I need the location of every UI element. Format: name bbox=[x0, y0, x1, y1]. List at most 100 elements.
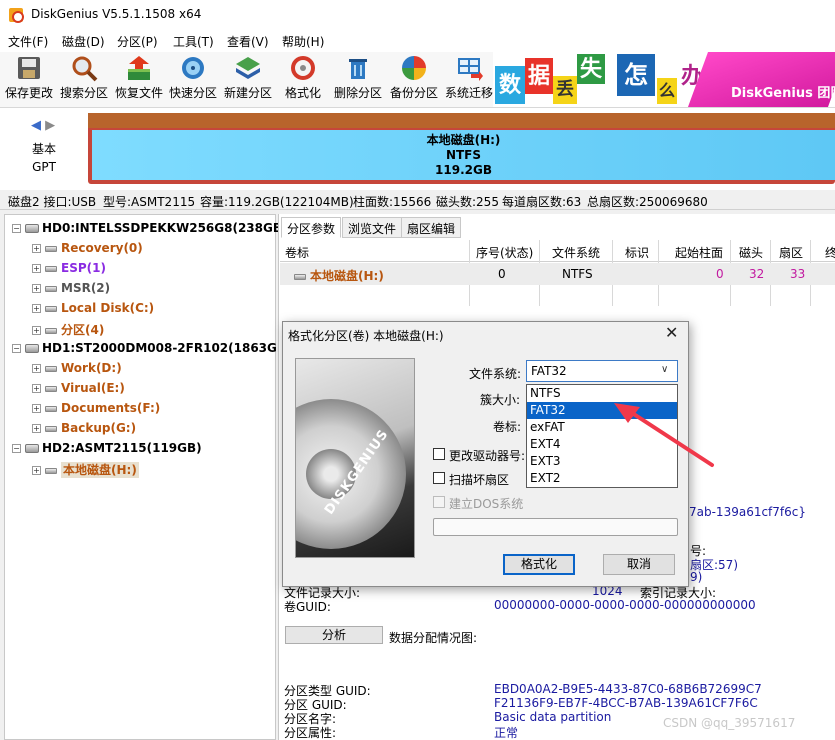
next-disk-icon[interactable]: ▶ bbox=[45, 118, 55, 133]
expand-icon[interactable]: + bbox=[32, 364, 41, 373]
watermark: CSDN @qq_39571617 bbox=[663, 716, 796, 730]
chevron-down-icon[interactable]: ∨ bbox=[661, 364, 668, 375]
expand-icon[interactable]: + bbox=[32, 284, 41, 293]
new-partition-button[interactable]: 新建分区 bbox=[222, 54, 274, 106]
menu-view[interactable]: 查看(V) bbox=[227, 33, 269, 50]
close-icon[interactable]: ✕ bbox=[665, 324, 678, 342]
tree-partition-node[interactable]: + 分区(4) bbox=[32, 321, 104, 338]
partition-block-label: 本地磁盘(H:) NTFS 119.2GB bbox=[426, 133, 501, 177]
prev-disk-icon[interactable]: ◀ bbox=[31, 118, 41, 133]
tree-disk-node[interactable]: − HD1:ST2000DM008-2FR102(1863GB) bbox=[12, 341, 292, 355]
tree-partition-node[interactable]: + Recovery(0) bbox=[32, 241, 143, 255]
tree-partition-node[interactable]: + Local Disk(C:) bbox=[32, 301, 154, 315]
col-start-cylinder[interactable]: 起始柱面 bbox=[675, 244, 723, 261]
tree-partition-node[interactable]: + Backup(G:) bbox=[32, 421, 136, 435]
tree-partition-node[interactable]: + Virual(E:) bbox=[32, 381, 125, 395]
menu-partition[interactable]: 分区(P) bbox=[117, 33, 158, 50]
expand-icon[interactable]: + bbox=[32, 424, 41, 433]
menu-tools[interactable]: 工具(T) bbox=[173, 33, 214, 50]
cancel-button[interactable]: 取消 bbox=[603, 554, 675, 575]
search-partition-button[interactable]: 搜索分区 bbox=[58, 54, 110, 106]
create-dos-label: 建立DOS系统 bbox=[449, 497, 524, 511]
tab-partition-params[interactable]: 分区参数 bbox=[281, 217, 342, 238]
partition-icon bbox=[45, 467, 57, 474]
tab-browse-files[interactable]: 浏览文件 bbox=[342, 217, 403, 238]
expand-icon[interactable]: + bbox=[32, 466, 41, 475]
tree-disk-node[interactable]: − HD0:INTELSSDPEKKW256G8(238GB) bbox=[12, 221, 287, 235]
banner-char: 么 bbox=[657, 78, 677, 104]
promo-banner[interactable]: 数 据 丢 失 怎 么 办 DiskGenius 团队 bbox=[493, 52, 835, 107]
recover-box-icon bbox=[128, 56, 150, 80]
disk-nav-arrows[interactable]: ◀ ▶ bbox=[31, 118, 55, 133]
partition-guid-value: F21136F9-EB7F-4BCC-B7AB-139A61CF7F6C bbox=[494, 696, 758, 710]
delete-partition-button[interactable]: 删除分区 bbox=[332, 54, 384, 106]
info-capacity: 容量:119.2GB(122104MB) bbox=[200, 195, 354, 209]
disk-info-bar: 磁盘2 接口:USB 型号:ASMT2115 容量:119.2GB(122104… bbox=[0, 190, 835, 210]
expand-icon[interactable]: + bbox=[32, 244, 41, 253]
collapse-icon[interactable]: − bbox=[12, 344, 21, 353]
col-filesystem[interactable]: 文件系统 bbox=[552, 244, 600, 261]
col-end[interactable]: 终 bbox=[825, 244, 835, 261]
partition-icon bbox=[45, 405, 57, 412]
format-button[interactable]: 格式化 bbox=[280, 54, 326, 106]
banner-char: 失 bbox=[577, 54, 605, 84]
partition-grid-header: 卷标 序号(状态) 文件系统 标识 起始柱面 磁头 扇区 终 bbox=[280, 240, 835, 262]
tree-partition-node[interactable]: + Documents(F:) bbox=[32, 401, 160, 415]
format-progress-bar bbox=[433, 518, 678, 536]
change-drive-letter-checkbox[interactable] bbox=[433, 448, 445, 460]
info-interface: 磁盘2 接口:USB bbox=[8, 195, 97, 209]
info-total-sectors: 总扇区数:250069680 bbox=[587, 195, 708, 209]
filesystem-select-value: FAT32 bbox=[531, 364, 567, 378]
menu-help[interactable]: 帮助(H) bbox=[282, 33, 324, 50]
tree-partition-node[interactable]: + ESP(1) bbox=[32, 261, 106, 275]
menu-disk[interactable]: 磁盘(D) bbox=[62, 33, 105, 50]
banner-char: 丢 bbox=[553, 76, 577, 104]
col-sector[interactable]: 扇区 bbox=[779, 244, 803, 261]
expand-icon[interactable]: + bbox=[32, 404, 41, 413]
expand-icon[interactable]: + bbox=[32, 304, 41, 313]
tree-partition-node[interactable]: + 本地磁盘(H:) bbox=[32, 461, 139, 478]
menu-file[interactable]: 文件(F) bbox=[8, 33, 48, 50]
allocation-map-label: 数据分配情况图: bbox=[389, 631, 478, 645]
format-confirm-button[interactable]: 格式化 bbox=[503, 554, 575, 575]
collapse-icon[interactable]: − bbox=[12, 444, 21, 453]
partition-name-value: Basic data partition bbox=[494, 710, 612, 724]
expand-icon[interactable]: + bbox=[32, 384, 41, 393]
windows-migrate-icon bbox=[458, 58, 483, 81]
partial-9: 9) bbox=[690, 570, 703, 584]
save-changes-button[interactable]: 保存更改 bbox=[4, 54, 54, 106]
banner-char: 据 bbox=[525, 58, 553, 94]
volume-guid-label: 卷GUID: bbox=[284, 600, 331, 614]
magnifier-icon bbox=[72, 56, 98, 82]
collapse-icon[interactable]: − bbox=[12, 224, 21, 233]
app-icon bbox=[9, 8, 24, 23]
partition-icon bbox=[45, 265, 57, 272]
tab-sector-edit[interactable]: 扇区编辑 bbox=[401, 217, 462, 238]
system-migration-button[interactable]: 系统迁移 bbox=[443, 54, 495, 106]
layers-icon bbox=[236, 57, 260, 79]
analyze-button[interactable]: 分析 bbox=[285, 626, 383, 644]
change-drive-letter-label: 更改驱动器号: bbox=[449, 449, 526, 463]
col-volume-label[interactable]: 卷标 bbox=[285, 244, 309, 261]
backup-partition-button[interactable]: 备份分区 bbox=[388, 54, 440, 106]
hard-disk-icon bbox=[25, 444, 39, 453]
expand-icon[interactable]: + bbox=[32, 264, 41, 273]
table-row[interactable]: 本地磁盘(H:) 0 NTFS 0 32 33 bbox=[280, 263, 835, 285]
quick-partition-button[interactable]: 快速分区 bbox=[167, 54, 219, 106]
partition-type-guid-value: EBD0A0A2-B9E5-4433-87C0-68B6B72699C7 bbox=[494, 682, 762, 696]
tree-disk-node[interactable]: − HD2:ASMT2115(119GB) bbox=[12, 441, 202, 455]
expand-icon[interactable]: + bbox=[32, 326, 41, 335]
info-heads: 磁头数:255 bbox=[436, 195, 499, 209]
col-head[interactable]: 磁头 bbox=[739, 244, 763, 261]
volume-label-label: 卷标: bbox=[493, 420, 522, 434]
col-flag[interactable]: 标识 bbox=[625, 244, 649, 261]
recover-files-button[interactable]: 恢复文件 bbox=[113, 54, 165, 106]
banner-brand-text: DiskGenius 团队 bbox=[731, 86, 835, 101]
tree-partition-node[interactable]: + Work(D:) bbox=[32, 361, 122, 375]
info-model: 型号:ASMT2115 bbox=[103, 195, 196, 209]
fs-option-ext2[interactable]: EXT2 bbox=[527, 470, 677, 487]
scan-bad-sectors-checkbox[interactable] bbox=[433, 472, 445, 484]
info-cylinders: 柱面数:15566 bbox=[353, 195, 432, 209]
tree-partition-node[interactable]: + MSR(2) bbox=[32, 281, 110, 295]
col-index[interactable]: 序号(状态) bbox=[476, 244, 533, 261]
